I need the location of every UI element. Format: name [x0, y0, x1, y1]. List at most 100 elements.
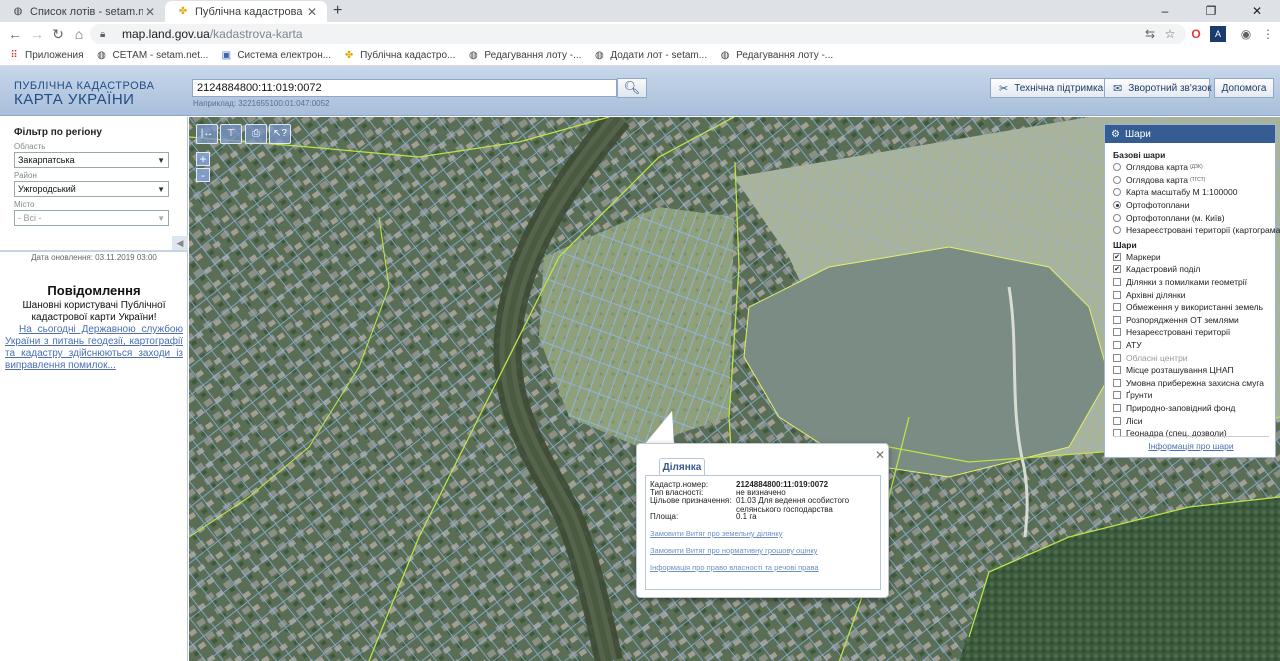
- district-select[interactable]: Ужгородський ▼: [14, 181, 169, 197]
- radio-button[interactable]: [1113, 188, 1121, 197]
- checkbox[interactable]: [1113, 416, 1121, 425]
- trident-favicon-icon: ✤: [344, 49, 354, 61]
- checkbox[interactable]: [1113, 341, 1121, 350]
- restore-icon[interactable]: ❐: [1188, 0, 1234, 22]
- reload-icon[interactable]: ↻: [49, 25, 67, 43]
- browser-tab-kadastr[interactable]: ✤ Публічна кадастрова карта Укр ✕: [165, 1, 327, 22]
- bookmark-edit-lot-2[interactable]: ◍ Редагування лоту -...: [719, 50, 833, 62]
- overlay-layer-option[interactable]: Ліси: [1113, 414, 1275, 427]
- profile-icon[interactable]: ◉: [1238, 26, 1254, 42]
- radio-button[interactable]: [1113, 175, 1121, 184]
- bookmark-system[interactable]: ▣ Система електрон...: [220, 50, 331, 62]
- browser-tab-setam[interactable]: ◍ Список лотів - setam.net.ua ✕: [0, 1, 165, 22]
- identify-cursor-icon[interactable]: ↖?: [269, 124, 291, 144]
- region-select[interactable]: Закарпатська ▼: [14, 152, 169, 168]
- layers-header[interactable]: ⚙ Шари: [1105, 125, 1275, 143]
- checkbox[interactable]: [1113, 290, 1121, 299]
- overlay-layer-option[interactable]: ✔ Кадастровий поділ: [1113, 263, 1275, 276]
- overlay-layer-option[interactable]: Розпорядження ОТ землями: [1113, 314, 1275, 327]
- overlay-layer-option[interactable]: Незареєстровані території: [1113, 326, 1275, 339]
- base-layer-option[interactable]: Карта масштабу М 1:100000: [1113, 186, 1275, 199]
- order-valuation-link[interactable]: Замовити Витяг про нормативну грошову оц…: [650, 546, 817, 555]
- checkbox[interactable]: [1113, 278, 1121, 287]
- bookmark-star-icon[interactable]: ☆: [1162, 26, 1178, 42]
- opera-extension-icon[interactable]: O: [1188, 26, 1204, 42]
- base-layer-option[interactable]: Ортофотоплани (м. Київ): [1113, 211, 1275, 224]
- checkbox[interactable]: [1113, 378, 1121, 387]
- base-layer-option[interactable]: Оглядова карта (ТГСТ): [1113, 174, 1275, 187]
- dropdown-arrow-icon: ▼: [157, 213, 165, 223]
- zoom-in-button[interactable]: +: [196, 152, 210, 166]
- overlay-layer-option[interactable]: Умовна прибережна захисна смуга: [1113, 377, 1275, 390]
- overlay-layer-option[interactable]: Обмеження у використанні земель: [1113, 301, 1275, 314]
- overlay-layer-option[interactable]: ✔ Маркери: [1113, 251, 1275, 264]
- bookmark-apps[interactable]: ⠿ Приложения: [8, 50, 83, 62]
- ownership-info-link[interactable]: Інформація про право власності та речові…: [650, 563, 819, 572]
- back-icon[interactable]: ←: [6, 25, 24, 43]
- checkbox[interactable]: [1113, 303, 1121, 312]
- cadastral-search-input[interactable]: 2124884800:11:019:0072: [192, 79, 617, 97]
- new-tab-button[interactable]: +: [333, 2, 342, 20]
- menu-kebab-icon[interactable]: ⋮: [1260, 26, 1276, 42]
- radio-button[interactable]: [1113, 226, 1121, 235]
- tab-close-icon[interactable]: ✕: [305, 5, 319, 19]
- overlay-layer-option[interactable]: Ділянки з помилками геометрії: [1113, 276, 1275, 289]
- zoom-out-button[interactable]: -: [196, 168, 210, 182]
- order-extract-link[interactable]: Замовити Витяг про земельну ділянку: [650, 529, 783, 538]
- forward-icon[interactable]: →: [28, 25, 46, 43]
- overlay-layer-option[interactable]: Геонадра (спец. дозволи): [1113, 427, 1275, 440]
- bookmark-edit-lot-1[interactable]: ◍ Редагування лоту -...: [467, 50, 581, 62]
- help-button[interactable]: Допомога: [1214, 78, 1274, 98]
- checkbox[interactable]: [1113, 353, 1121, 362]
- checkbox[interactable]: [1113, 315, 1121, 324]
- base-layer-option[interactable]: Ортофотоплани: [1113, 199, 1275, 212]
- city-select[interactable]: - Всі - ▼: [14, 210, 169, 226]
- shield-icon: ▣: [221, 49, 232, 61]
- checkbox[interactable]: [1113, 366, 1121, 375]
- base-layer-option[interactable]: Незареєстровані території (картограма): [1113, 224, 1280, 237]
- popup-tab-parcel[interactable]: Ділянка: [659, 458, 705, 475]
- left-panel: Фільтр по регіону Область Закарпатська ▼ …: [0, 117, 188, 661]
- popup-close-icon[interactable]: ✕: [875, 448, 885, 462]
- window-close-icon[interactable]: ✕: [1234, 0, 1280, 22]
- radio-button[interactable]: [1113, 201, 1121, 210]
- site-logo[interactable]: ПУБЛІЧНА КАДАСТРОВА КАРТА УКРАЇНИ: [14, 80, 154, 108]
- checkbox[interactable]: [1113, 403, 1121, 412]
- checkbox[interactable]: ✔: [1113, 265, 1121, 274]
- search-hint: Наприклад: 3221655100:01:047:0052: [193, 99, 330, 108]
- extension-icon[interactable]: A: [1210, 26, 1226, 42]
- tab-close-icon[interactable]: ✕: [143, 5, 157, 19]
- measure-distance-icon[interactable]: |↔: [196, 124, 218, 144]
- overlay-layer-option[interactable]: Обласні центри: [1113, 351, 1275, 364]
- overlay-layer-option[interactable]: Архівні ділянки: [1113, 288, 1275, 301]
- support-button[interactable]: ✂ Технічна підтримка: [990, 78, 1113, 98]
- minimize-icon[interactable]: –: [1142, 0, 1188, 22]
- bookmark-setam[interactable]: ◍ СЕТАМ - setam.net...: [96, 49, 208, 62]
- overlay-layer-option[interactable]: Природно-заповідний фонд: [1113, 402, 1275, 415]
- collapse-panel-icon[interactable]: ◀: [172, 236, 188, 250]
- address-bar[interactable]: 🔒︎ map.land.gov.ua/kadastrova-karta: [90, 24, 1186, 44]
- layers-info-link[interactable]: Інформація про шари: [1105, 441, 1277, 451]
- home-icon[interactable]: ⌂: [70, 25, 88, 43]
- radio-button[interactable]: [1113, 163, 1121, 172]
- region-label: Область: [14, 142, 46, 151]
- search-button[interactable]: 🔍︎: [617, 78, 647, 98]
- print-icon[interactable]: ⎙: [245, 124, 267, 144]
- translate-icon[interactable]: ⇆: [1142, 26, 1158, 42]
- base-layer-option[interactable]: Оглядова карта (ДЗК): [1113, 161, 1275, 174]
- overlay-layer-option[interactable]: Ґрунти: [1113, 389, 1275, 402]
- measure-area-icon[interactable]: ⊤: [220, 124, 242, 144]
- notice-link[interactable]: На сьогодні Державною службою України з …: [5, 324, 183, 372]
- checkbox[interactable]: [1113, 391, 1121, 400]
- bookmark-kadastr[interactable]: ✤ Публічна кадастро...: [343, 49, 456, 62]
- checkbox[interactable]: ✔: [1113, 252, 1121, 261]
- overlay-layer-option[interactable]: Місце розташування ЦНАП: [1113, 364, 1275, 377]
- feedback-button[interactable]: ✉ Зворотний зв'язок: [1104, 78, 1212, 98]
- radio-button[interactable]: [1113, 213, 1121, 222]
- checkbox[interactable]: [1113, 328, 1121, 337]
- bookmark-add-lot[interactable]: ◍ Додати лот - setam...: [593, 50, 707, 62]
- envelope-icon: ✉: [1113, 82, 1123, 95]
- overlay-layer-option[interactable]: АТУ: [1113, 339, 1275, 352]
- globe-icon: ◍: [97, 49, 106, 61]
- bookmarks-bar: ⠿ Приложения ◍ СЕТАМ - setam.net... ▣ Систе…: [0, 46, 1280, 66]
